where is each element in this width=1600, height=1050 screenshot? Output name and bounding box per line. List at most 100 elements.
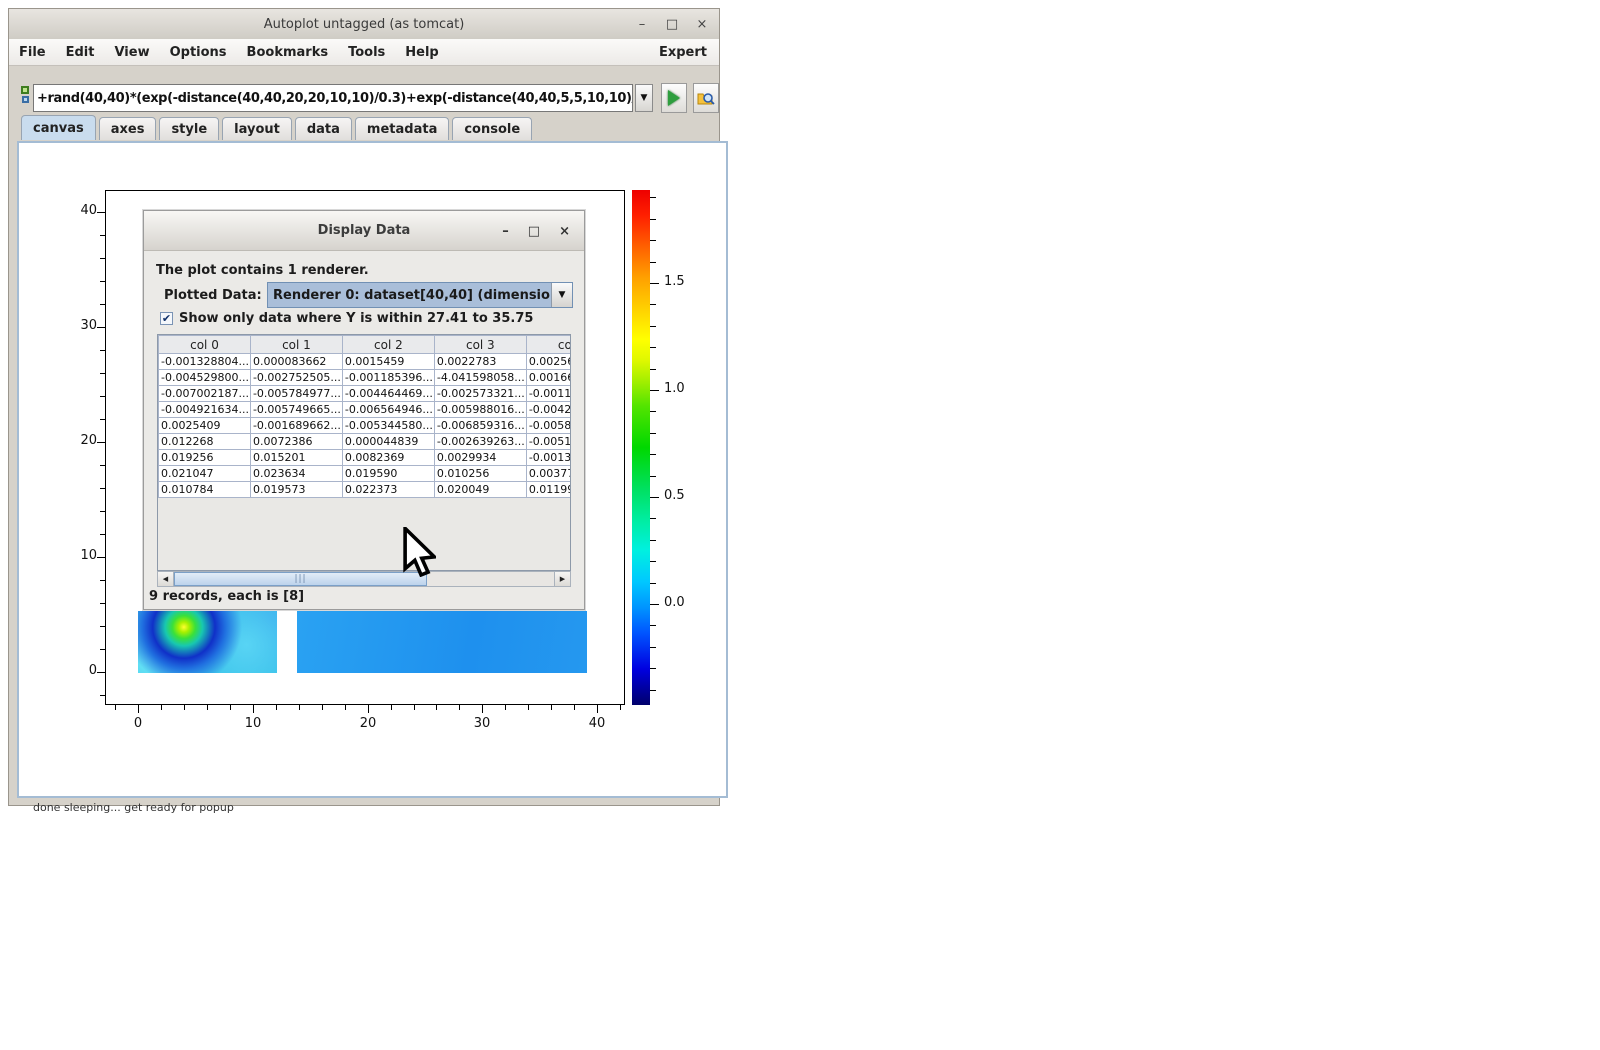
table-cell[interactable]: -0.006564946... [342, 402, 434, 418]
table-cell[interactable]: -0.007002187... [159, 386, 251, 402]
tab-data[interactable]: data [295, 117, 352, 140]
table-cell[interactable]: 0.019573 [250, 482, 342, 498]
plotted-data-combobox[interactable]: Renderer 0: dataset[40,40] (dimension...… [267, 282, 573, 308]
dialog-titlebar[interactable]: Display Data – □ × [144, 211, 584, 251]
table-cell[interactable]: 0.011997 [526, 482, 571, 498]
scroll-left-button[interactable]: ◀ [158, 572, 174, 586]
dialog-title: Display Data [318, 223, 411, 238]
table-cell[interactable]: 0.0082369 [342, 450, 434, 466]
minimize-button[interactable]: – [635, 17, 649, 32]
table-cell[interactable]: 0.0029934 [434, 450, 526, 466]
table-row[interactable]: -0.001328804...0.0000836620.00154590.002… [159, 354, 572, 370]
table-row[interactable]: 0.0210470.0236340.0195900.0102560.003772… [159, 466, 572, 482]
table-row[interactable]: 0.0192560.0152010.00823690.0029934-0.001… [159, 450, 572, 466]
inspect-uri-button[interactable] [693, 83, 719, 113]
column-header[interactable]: col 4 [526, 336, 571, 354]
menu-options[interactable]: Options [160, 45, 237, 60]
table-cell[interactable]: -4.041598058... [434, 370, 526, 386]
table-cell[interactable]: -0.004464469... [342, 386, 434, 402]
tab-metadata[interactable]: metadata [355, 117, 449, 140]
table-cell[interactable]: -0.004529800... [159, 370, 251, 386]
table-cell[interactable]: 0.019256 [159, 450, 251, 466]
table-cell[interactable]: 0.020049 [434, 482, 526, 498]
menu-items: FileEditViewOptionsBookmarksToolsHelp [9, 45, 449, 60]
table-cell[interactable]: -0.001333864... [526, 450, 571, 466]
table-cell[interactable]: -0.001689662... [250, 418, 342, 434]
table-cell[interactable]: -0.002752505... [250, 370, 342, 386]
table-cell[interactable]: 0.021047 [159, 466, 251, 482]
display-data-dialog: Display Data – □ × The plot contains 1 r… [143, 210, 585, 610]
table-cell[interactable]: 0.0015459 [342, 354, 434, 370]
table-row[interactable]: -0.007002187...-0.005784977...-0.0044644… [159, 386, 572, 402]
table-cell[interactable]: -0.002639263... [434, 434, 526, 450]
table-cell[interactable]: 0.000044839 [342, 434, 434, 450]
uri-dropdown-button[interactable]: ▼ [635, 84, 653, 112]
menu-view[interactable]: View [104, 45, 159, 60]
table-cell[interactable]: 0.0025660 [526, 354, 571, 370]
maximize-button[interactable]: □ [665, 17, 679, 32]
green-square-icon [21, 86, 29, 94]
table-cell[interactable]: -0.001185396... [342, 370, 434, 386]
horizontal-scrollbar[interactable]: ◀ ||| ▶ [157, 571, 571, 587]
tab-canvas[interactable]: canvas [21, 115, 96, 140]
table-cell[interactable]: -0.005749665... [250, 402, 342, 418]
table-cell[interactable]: 0.0016608 [526, 370, 571, 386]
table-cell[interactable]: -0.005872606... [526, 418, 571, 434]
tab-style[interactable]: style [159, 117, 219, 140]
table-cell[interactable]: 0.0037721 [526, 466, 571, 482]
table-cell[interactable]: 0.012268 [159, 434, 251, 450]
table-cell[interactable]: -0.001328804... [159, 354, 251, 370]
menu-tools[interactable]: Tools [338, 45, 395, 60]
table-cell[interactable]: 0.000083662 [250, 354, 342, 370]
table-cell[interactable]: -0.005988016... [434, 402, 526, 418]
table-cell[interactable]: 0.010256 [434, 466, 526, 482]
window-titlebar[interactable]: Autoplot untagged (as tomcat) – □ × [9, 9, 719, 39]
blue-square-icon [22, 96, 29, 103]
menu-edit[interactable]: Edit [56, 45, 105, 60]
scrollbar-thumb[interactable]: ||| [174, 572, 427, 586]
table-cell[interactable]: 0.015201 [250, 450, 342, 466]
tab-layout[interactable]: layout [222, 117, 292, 140]
table-cell[interactable]: -0.001199077... [526, 386, 571, 402]
column-header[interactable]: col 0 [159, 336, 251, 354]
dialog-close-button[interactable]: × [559, 224, 570, 239]
table-cell[interactable]: 0.023634 [250, 466, 342, 482]
table-row[interactable]: -0.004921634...-0.005749665...-0.0065649… [159, 402, 572, 418]
uri-input[interactable]: +rand(40,40)*(exp(-distance(40,40,20,20,… [33, 84, 633, 112]
table-row[interactable]: 0.0107840.0195730.0223730.0200490.011997… [159, 482, 572, 498]
table-cell[interactable]: -0.006859316... [434, 418, 526, 434]
table-row[interactable]: 0.0025409-0.001689662...-0.005344580...-… [159, 418, 572, 434]
window-controls: – □ × [635, 9, 709, 39]
scroll-right-button[interactable]: ▶ [554, 572, 570, 586]
table-cell[interactable]: 0.0022783 [434, 354, 526, 370]
column-header[interactable]: col 1 [250, 336, 342, 354]
table-cell[interactable]: 0.022373 [342, 482, 434, 498]
table-cell[interactable]: 0.019590 [342, 466, 434, 482]
table-cell[interactable]: -0.004921634... [159, 402, 251, 418]
table-cell[interactable]: 0.010784 [159, 482, 251, 498]
table-cell[interactable]: -0.002573321... [434, 386, 526, 402]
filter-checkbox[interactable]: ✔ [160, 312, 173, 325]
table-cell[interactable]: -0.005344580... [342, 418, 434, 434]
combobox-arrow[interactable]: ▼ [551, 283, 572, 307]
tab-console[interactable]: console [452, 117, 532, 140]
dialog-minimize-button[interactable]: – [502, 224, 509, 239]
table-row[interactable]: 0.0122680.00723860.000044839-0.002639263… [159, 434, 572, 450]
table-row[interactable]: -0.004529800...-0.002752505...-0.0011853… [159, 370, 572, 386]
table-cell[interactable]: -0.005784977... [250, 386, 342, 402]
menu-help[interactable]: Help [395, 45, 448, 60]
expert-toggle[interactable]: Expert [649, 45, 719, 60]
menu-bookmarks[interactable]: Bookmarks [237, 45, 339, 60]
data-table-viewport[interactable]: col 0col 1col 2col 3col 4 -0.001328804..… [157, 334, 571, 571]
table-cell[interactable]: 0.0072386 [250, 434, 342, 450]
go-button[interactable] [661, 83, 687, 113]
column-header[interactable]: col 2 [342, 336, 434, 354]
tab-axes[interactable]: axes [99, 117, 157, 140]
close-button[interactable]: × [695, 17, 709, 32]
column-header[interactable]: col 3 [434, 336, 526, 354]
menu-file[interactable]: File [9, 45, 56, 60]
dialog-maximize-button[interactable]: □ [528, 224, 540, 239]
table-cell[interactable]: -0.004294298... [526, 402, 571, 418]
table-cell[interactable]: 0.0025409 [159, 418, 251, 434]
table-cell[interactable]: -0.005146240... [526, 434, 571, 450]
